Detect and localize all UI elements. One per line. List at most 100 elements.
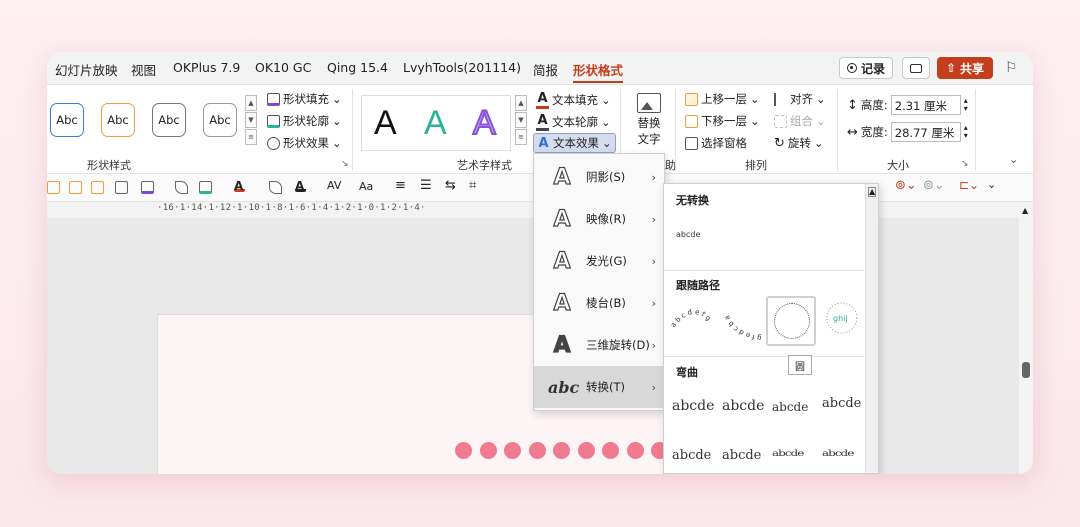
eyedropper-icon[interactable]: [175, 181, 188, 194]
powerpoint-window: 幻灯片放映 视图 OKPlus 7.9 OK10 GC Qing 15.4 Lv…: [47, 52, 1033, 474]
warp-option-3[interactable]: abcde: [772, 400, 808, 414]
collapse-ribbon-icon[interactable]: ⌄: [1009, 153, 1018, 166]
slide-dot: [553, 442, 570, 459]
wordart-gallery[interactable]: A A A: [361, 95, 511, 151]
wordart-style-purple[interactable]: A: [472, 103, 497, 143]
text-outline-icon[interactable]: A: [295, 179, 306, 193]
divider: [664, 356, 864, 357]
copilot-icon[interactable]: ⚐: [1005, 60, 1018, 76]
customize-toolbar-icon[interactable]: ⌄: [987, 178, 996, 191]
share-button[interactable]: ⇧ 共享: [937, 57, 993, 79]
text-outline-button[interactable]: A 文本轮廓 ⌄: [536, 113, 611, 131]
menu-item-transform[interactable]: abc 转换(T) ›: [534, 366, 664, 408]
slide-dot: [479, 442, 497, 459]
scroll-up-arrow-icon[interactable]: ▲: [868, 187, 877, 197]
text-effects-button[interactable]: A 文本效果 ⌄: [533, 133, 616, 153]
font-size-icon[interactable]: Aa: [359, 180, 373, 193]
send-backward-button[interactable]: 下移一层 ⌄: [685, 113, 760, 129]
alt-text-button[interactable]: 替换 文字: [631, 93, 667, 151]
bring-forward-button[interactable]: 上移一层 ⌄: [685, 91, 760, 107]
warp-option-4[interactable]: abcde: [822, 396, 861, 411]
group-icon[interactable]: [115, 181, 128, 194]
scroll-up-arrow-icon[interactable]: ▲: [1022, 206, 1028, 215]
follow-path-circle-selected[interactable]: [766, 296, 816, 346]
dialog-launcher-icon[interactable]: ↘: [341, 159, 349, 169]
vertical-scrollbar[interactable]: ▲: [1019, 202, 1033, 474]
height-input[interactable]: 2.31 厘米: [890, 95, 961, 115]
styles-scroll-down[interactable]: ▼: [245, 112, 257, 128]
gallery-scrollbar[interactable]: ▲: [865, 184, 878, 473]
menu-item-shadow[interactable]: A 阴影(S) ›: [534, 156, 664, 198]
warp-option-8[interactable]: abcde: [822, 448, 854, 458]
warp-option-5[interactable]: abcde: [672, 448, 711, 463]
menu-item-bevel[interactable]: A 棱台(B) ›: [534, 282, 664, 324]
shape-style-1[interactable]: Abc: [50, 103, 84, 137]
chevron-down-icon: ⌄: [332, 114, 342, 128]
warp-option-6[interactable]: abcde: [722, 448, 761, 463]
menu-item-3d-rotation[interactable]: A 三维旋转(D) ›: [534, 324, 664, 366]
fill-icon[interactable]: [141, 181, 154, 194]
shape-style-3[interactable]: Abc: [152, 103, 186, 137]
height-spinner[interactable]: ▴ ▾: [964, 97, 968, 113]
shape-effects-button[interactable]: 形状效果 ⌄: [267, 135, 342, 151]
wordart-style-teal[interactable]: A: [424, 104, 447, 143]
chevron-right-icon: ›: [651, 212, 656, 226]
tab-briefing[interactable]: 简报: [533, 60, 558, 79]
height-icon: ↕: [847, 97, 858, 113]
text-eyedropper-icon[interactable]: [269, 181, 282, 194]
comment-icon: [910, 63, 922, 73]
menu-item-reflection[interactable]: A 映像(R) ›: [534, 198, 664, 240]
character-spacing-icon[interactable]: AV: [327, 179, 341, 192]
layer-icon[interactable]: [91, 181, 104, 194]
scroll-thumb[interactable]: [1022, 362, 1030, 378]
warp-option-2[interactable]: abcde: [722, 398, 764, 414]
shape-style-4[interactable]: Abc: [203, 103, 237, 137]
follow-path-arch-up[interactable]: a b c d e f g: [670, 296, 718, 336]
comments-button[interactable]: [902, 57, 930, 79]
group-button[interactable]: 组合 ⌄: [774, 113, 826, 129]
shape-fill-button[interactable]: 形状填充 ⌄: [267, 91, 342, 107]
tab-okplus[interactable]: OKPlus 7.9: [173, 60, 240, 75]
align-button[interactable]: 对齐 ⌄: [774, 91, 826, 107]
tab-lvyhtools[interactable]: LvyhTools(201114): [403, 60, 521, 75]
warp-option-1[interactable]: abcde: [672, 398, 714, 414]
record-button[interactable]: 记录: [839, 57, 893, 79]
outline-icon[interactable]: [199, 181, 212, 194]
rotate-button[interactable]: ↻ 旋转 ⌄: [774, 135, 824, 151]
wordart-style-black[interactable]: A: [374, 104, 397, 143]
tab-qing[interactable]: Qing 15.4: [327, 60, 388, 75]
tab-ok10[interactable]: OK10 GC: [255, 60, 311, 75]
line-spacing-icon[interactable]: ☰: [420, 178, 432, 193]
tab-slideshow[interactable]: 幻灯片放映: [55, 60, 118, 79]
warp-option-7[interactable]: abcde: [772, 448, 804, 458]
menu-item-glow[interactable]: A 发光(G) ›: [534, 240, 664, 282]
styles-more[interactable]: ≡: [245, 129, 257, 145]
follow-path-button[interactable]: ghij: [820, 296, 868, 344]
text-direction-icon[interactable]: ⇆: [445, 178, 456, 193]
align-text-icon[interactable]: ≡: [395, 178, 406, 193]
shape-outline-button[interactable]: 形状轮廓 ⌄: [267, 113, 342, 129]
selection-pane-button[interactable]: 选择窗格: [685, 135, 747, 151]
shape-combine-icon[interactable]: ⊚⌄: [923, 178, 945, 193]
wordart-more[interactable]: ≡: [515, 129, 527, 145]
no-transform-option[interactable]: abcde: [676, 230, 700, 239]
follow-path-wave[interactable]: g f e d c b a: [718, 296, 768, 340]
tab-view[interactable]: 视图: [131, 60, 156, 79]
crop-icon[interactable]: ⌗: [469, 178, 476, 193]
width-spinner[interactable]: ▴ ▾: [964, 124, 968, 140]
dialog-launcher-icon[interactable]: ↘: [961, 159, 969, 169]
selection-pane-icon: [685, 136, 698, 150]
copy-shape-icon[interactable]: [69, 181, 82, 194]
connector-icon[interactable]: ⊏⌄: [959, 178, 979, 192]
styles-scroll-up[interactable]: ▲: [245, 95, 257, 111]
width-input[interactable]: 28.77 厘米: [890, 122, 961, 142]
wordart-scroll-up[interactable]: ▲: [515, 95, 527, 111]
wordart-scroll-down[interactable]: ▼: [515, 112, 527, 128]
shape-icon[interactable]: [47, 181, 60, 194]
shape-style-2[interactable]: Abc: [101, 103, 135, 137]
font-color-icon[interactable]: A: [234, 179, 245, 193]
tab-shape-format[interactable]: 形状格式: [573, 60, 624, 83]
shape-union-icon[interactable]: ⊚⌄: [895, 178, 917, 193]
text-fill-button[interactable]: A 文本填充 ⌄: [536, 91, 611, 109]
slide-dot: [577, 442, 595, 459]
